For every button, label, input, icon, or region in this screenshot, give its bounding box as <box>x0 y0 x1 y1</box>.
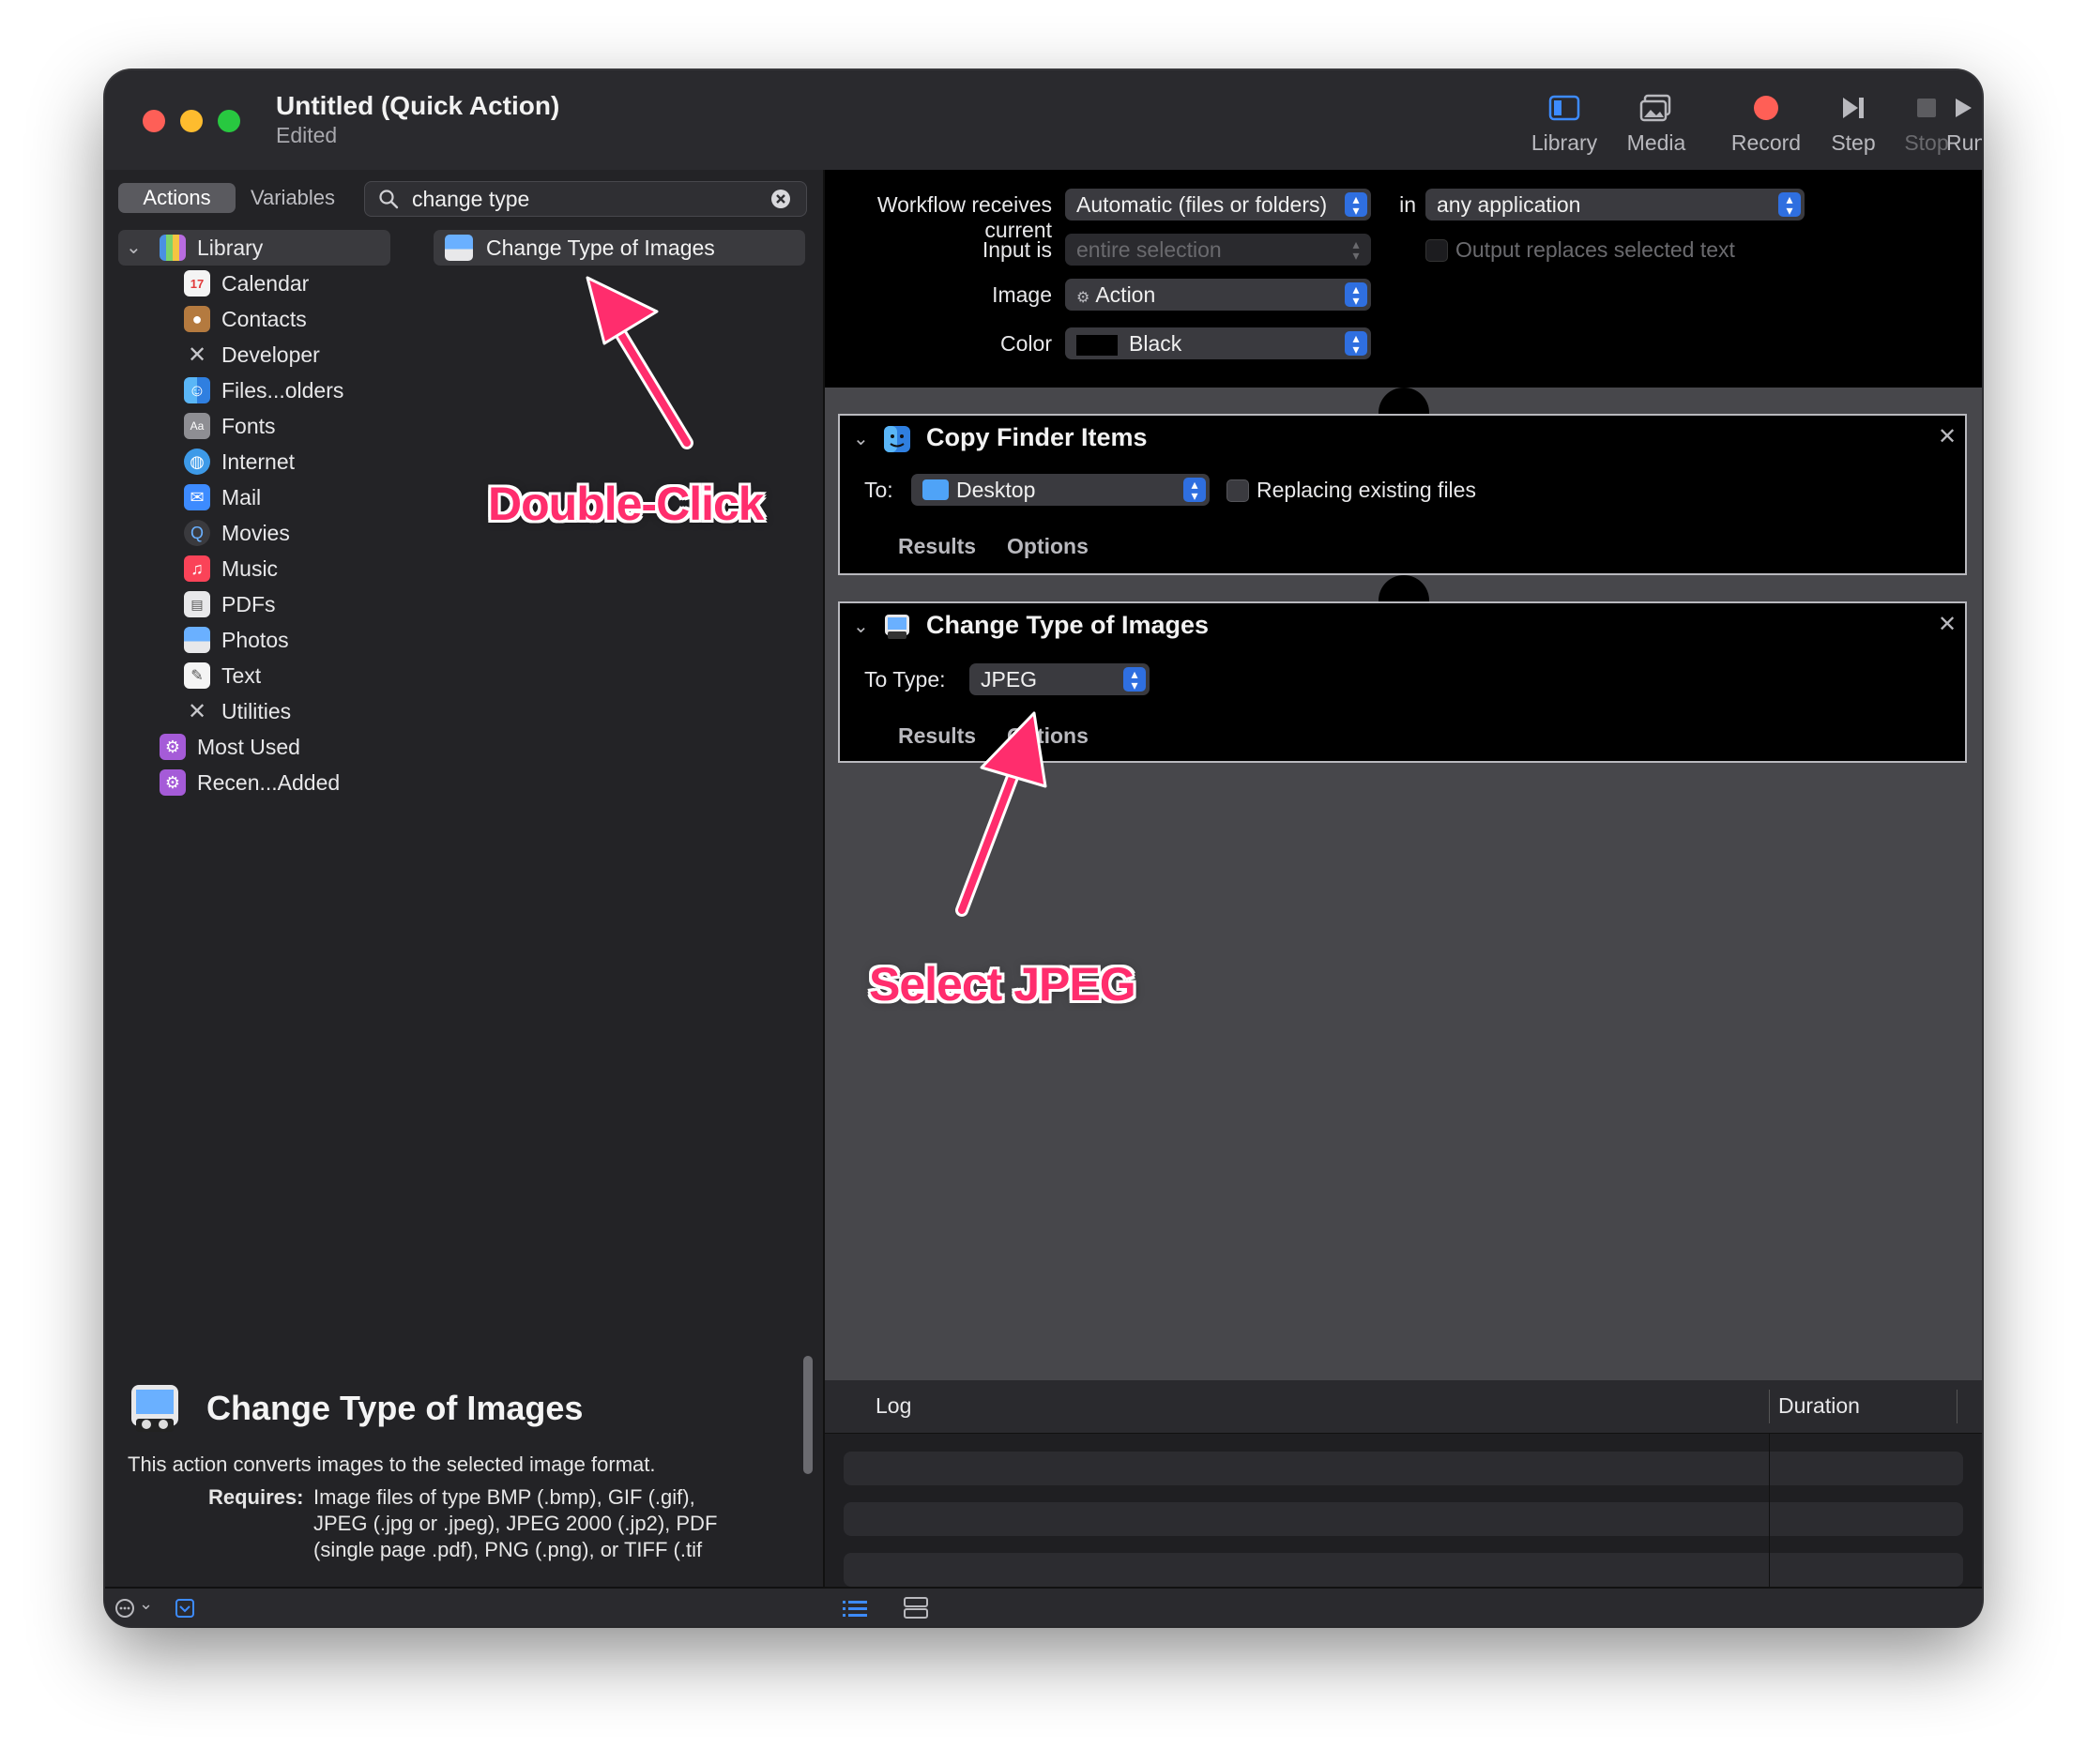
arrow-icon <box>586 276 693 449</box>
arrow-icon <box>955 711 1047 917</box>
double-click-annotation: Double-Click <box>488 478 765 530</box>
annotation-arrows <box>586 276 1047 917</box>
select-jpeg-annotation: Select JPEG <box>869 958 1136 1011</box>
